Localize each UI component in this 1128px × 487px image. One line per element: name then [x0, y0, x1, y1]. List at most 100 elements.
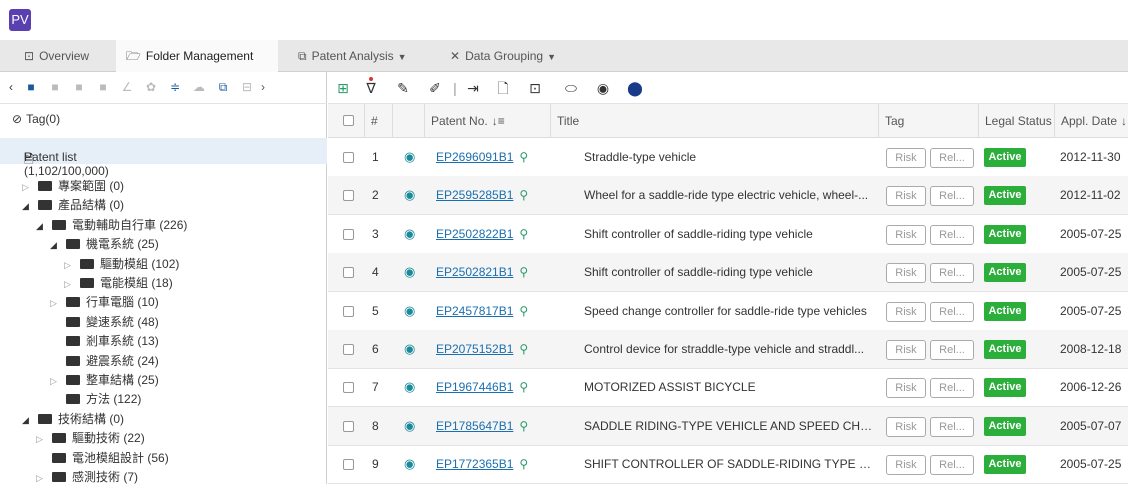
folder-remove-icon[interactable]: ■ — [72, 80, 86, 94]
relevance-tag[interactable]: Rel... — [930, 148, 974, 168]
add-folder-icon[interactable]: ■ — [24, 80, 38, 94]
patent-number-link[interactable]: EP2595285B1 — [436, 188, 513, 202]
tree-folder-item[interactable]: 剎車系統 (13) — [50, 332, 159, 350]
person-icon[interactable]: ◉ — [594, 79, 612, 97]
cloud-icon[interactable]: ☁ — [192, 80, 206, 94]
eye-icon[interactable]: ◉ — [404, 215, 424, 253]
relevance-tag[interactable]: Rel... — [930, 340, 974, 360]
chevron-left-icon[interactable]: ‹ — [4, 80, 18, 94]
patent-number-link[interactable]: EP2502822B1 — [436, 227, 513, 241]
eye-icon[interactable]: ◉ — [404, 330, 424, 368]
location-pin-icon[interactable]: ⚲ — [519, 176, 528, 214]
relevance-tag[interactable]: Rel... — [930, 416, 974, 437]
tree-folder-item[interactable]: 變速系統 (48) — [50, 313, 159, 331]
eye-icon[interactable]: ◉ — [404, 368, 424, 406]
location-pin-icon[interactable]: ⚲ — [519, 292, 528, 330]
risk-tag[interactable]: Risk — [886, 186, 926, 207]
tree-folder-item[interactable]: ▷ 行車電腦 (10) — [50, 293, 159, 311]
table-row[interactable]: 6 ◉ EP2075152B1 ⚲ Control device for straddl… — [328, 330, 1128, 369]
duplicate-icon[interactable]: ⧉ — [216, 80, 230, 94]
expand-panel-icon[interactable]: ⊟ — [240, 80, 254, 94]
folder-copy-icon[interactable]: ■ — [96, 80, 110, 94]
patent-number-link[interactable]: EP2502821B1 — [436, 265, 513, 279]
collapsed-arrow-icon[interactable]: ▷ — [50, 294, 62, 312]
relevance-tag[interactable]: Rel... — [930, 186, 974, 207]
tree-folder-item[interactable]: ◢ 電動輔助自行車 (226) — [36, 216, 187, 234]
folder-move-icon[interactable]: ■ — [48, 80, 62, 94]
location-pin-icon[interactable]: ⚲ — [519, 368, 528, 406]
collapsed-arrow-icon[interactable]: ▷ — [64, 256, 76, 274]
col-patent-no[interactable]: Patent No. ↓≡ — [424, 104, 550, 138]
patent-title[interactable]: MOTORIZED ASSIST BICYCLE — [584, 368, 874, 406]
risk-tag[interactable]: Risk — [886, 301, 926, 322]
tab-data-grouping[interactable]: ✕ Data Grouping ▼ — [440, 40, 570, 72]
eye-icon[interactable]: ◉ — [404, 138, 424, 176]
table-row[interactable]: 8 ◉ EP1785647B1 ⚲ SADDLE RIDING-TYPE VEHICLE… — [328, 406, 1128, 446]
collapsed-arrow-icon[interactable]: ▷ — [36, 430, 48, 448]
row-checkbox[interactable] — [343, 228, 354, 240]
tree-folder-item[interactable]: ◢ 技術結構 (0) — [22, 410, 124, 428]
eye-icon[interactable]: ◉ — [404, 407, 424, 445]
table-row[interactable]: 5 ◉ EP2457817B1 ⚲ Speed change controller fo… — [328, 292, 1128, 331]
tree-folder-item[interactable]: ▷ 整車結構 (25) — [50, 371, 159, 389]
sort-icon[interactable]: ↓ — [1121, 114, 1127, 128]
merge-icon[interactable]: ⊡ — [526, 79, 544, 97]
location-pin-icon[interactable]: ⚲ — [519, 445, 528, 483]
tree-folder-item[interactable]: 避震系統 (24) — [50, 352, 159, 370]
col-appl-date[interactable]: Appl. Date ↓ — [1054, 104, 1128, 138]
table-row[interactable]: 9 ◉ EP1772365B1 ⚲ SHIFT CONTROLLER OF SADDLE… — [328, 445, 1128, 485]
row-checkbox[interactable] — [343, 152, 354, 163]
patent-title[interactable]: Speed change controller for saddle-ride … — [584, 292, 874, 330]
tree-folder-item[interactable]: ◢ 產品結構 (0) — [22, 196, 124, 214]
collapsed-arrow-icon[interactable]: ▷ — [64, 275, 76, 293]
tree-view-icon[interactable]: ⊞ — [334, 79, 352, 97]
collapsed-arrow-icon[interactable]: ▷ — [50, 372, 62, 390]
relevance-tag[interactable]: Rel... — [930, 263, 974, 284]
row-checkbox[interactable] — [343, 190, 354, 202]
sort-icon[interactable]: ≑ — [168, 80, 182, 94]
patent-number-link[interactable]: EP2457817B1 — [436, 304, 513, 318]
tab-folder-management[interactable]: 🗁 Folder Management — [116, 40, 278, 72]
patent-title[interactable]: Shift controller of saddle-riding type v… — [584, 253, 874, 291]
row-checkbox[interactable] — [343, 344, 354, 355]
filter-icon[interactable]: ∇ — [362, 79, 380, 97]
risk-tag[interactable]: Risk — [886, 416, 926, 437]
table-row[interactable]: 4 ◉ EP2502821B1 ⚲ Shift controller of saddle… — [328, 253, 1128, 293]
app-logo[interactable]: PV — [9, 9, 31, 31]
location-pin-icon[interactable]: ⚲ — [519, 330, 528, 368]
risk-tag[interactable]: Risk — [886, 340, 926, 360]
risk-tag[interactable]: Risk — [886, 455, 926, 476]
patent-title[interactable]: Control device for straddle-type vehicle… — [584, 330, 874, 368]
expanded-arrow-icon[interactable]: ◢ — [22, 197, 34, 215]
edit-list-icon[interactable]: ✎ — [394, 79, 412, 97]
risk-tag[interactable]: Risk — [886, 224, 926, 245]
tab-patent-analysis[interactable]: ⧉ Patent Analysis ▼ — [288, 40, 428, 72]
risk-tag[interactable]: Risk — [886, 378, 926, 399]
collapsed-arrow-icon[interactable]: ▷ — [22, 178, 34, 196]
select-all-checkbox[interactable] — [343, 115, 354, 126]
tree-folder-item[interactable]: ▷ 專案範圍 (0) — [22, 177, 124, 195]
table-row[interactable]: 3 ◉ EP2502822B1 ⚲ Shift controller of saddle… — [328, 215, 1128, 254]
relevance-tag[interactable]: Rel... — [930, 455, 974, 476]
chevron-right-icon[interactable]: › — [256, 80, 270, 94]
patent-number-link[interactable]: EP1785647B1 — [436, 419, 513, 433]
rename-icon[interactable]: ∠ — [120, 80, 134, 94]
relevance-tag[interactable]: Rel... — [930, 378, 974, 399]
location-pin-icon[interactable]: ⚲ — [519, 253, 528, 291]
tab-overview[interactable]: ⊡ Overview — [14, 40, 116, 72]
search-document-icon[interactable]: 🗋 — [494, 79, 512, 97]
row-checkbox[interactable] — [343, 420, 354, 432]
expanded-arrow-icon[interactable]: ◢ — [36, 217, 48, 235]
row-checkbox[interactable] — [343, 305, 354, 317]
patent-number-link[interactable]: EP2696091B1 — [436, 150, 513, 164]
patent-title[interactable]: SADDLE RIDING-TYPE VEHICLE AND SPEED CHA… — [584, 407, 874, 445]
tree-folder-item[interactable]: ▷ 電能模組 (18) — [64, 274, 173, 292]
location-pin-icon[interactable]: ⚲ — [519, 407, 528, 445]
patent-title[interactable]: Shift controller of saddle-riding type v… — [584, 215, 874, 253]
color-palette-icon[interactable]: ✿ — [144, 80, 158, 94]
tree-folder-item[interactable]: ◢ 機電系統 (25) — [50, 235, 159, 253]
expanded-arrow-icon[interactable]: ◢ — [50, 236, 62, 254]
risk-tag[interactable]: Risk — [886, 148, 926, 168]
location-pin-icon[interactable]: ⚲ — [519, 138, 528, 176]
patent-title[interactable]: SHIFT CONTROLLER OF SADDLE-RIDING TYPE V… — [584, 445, 874, 483]
